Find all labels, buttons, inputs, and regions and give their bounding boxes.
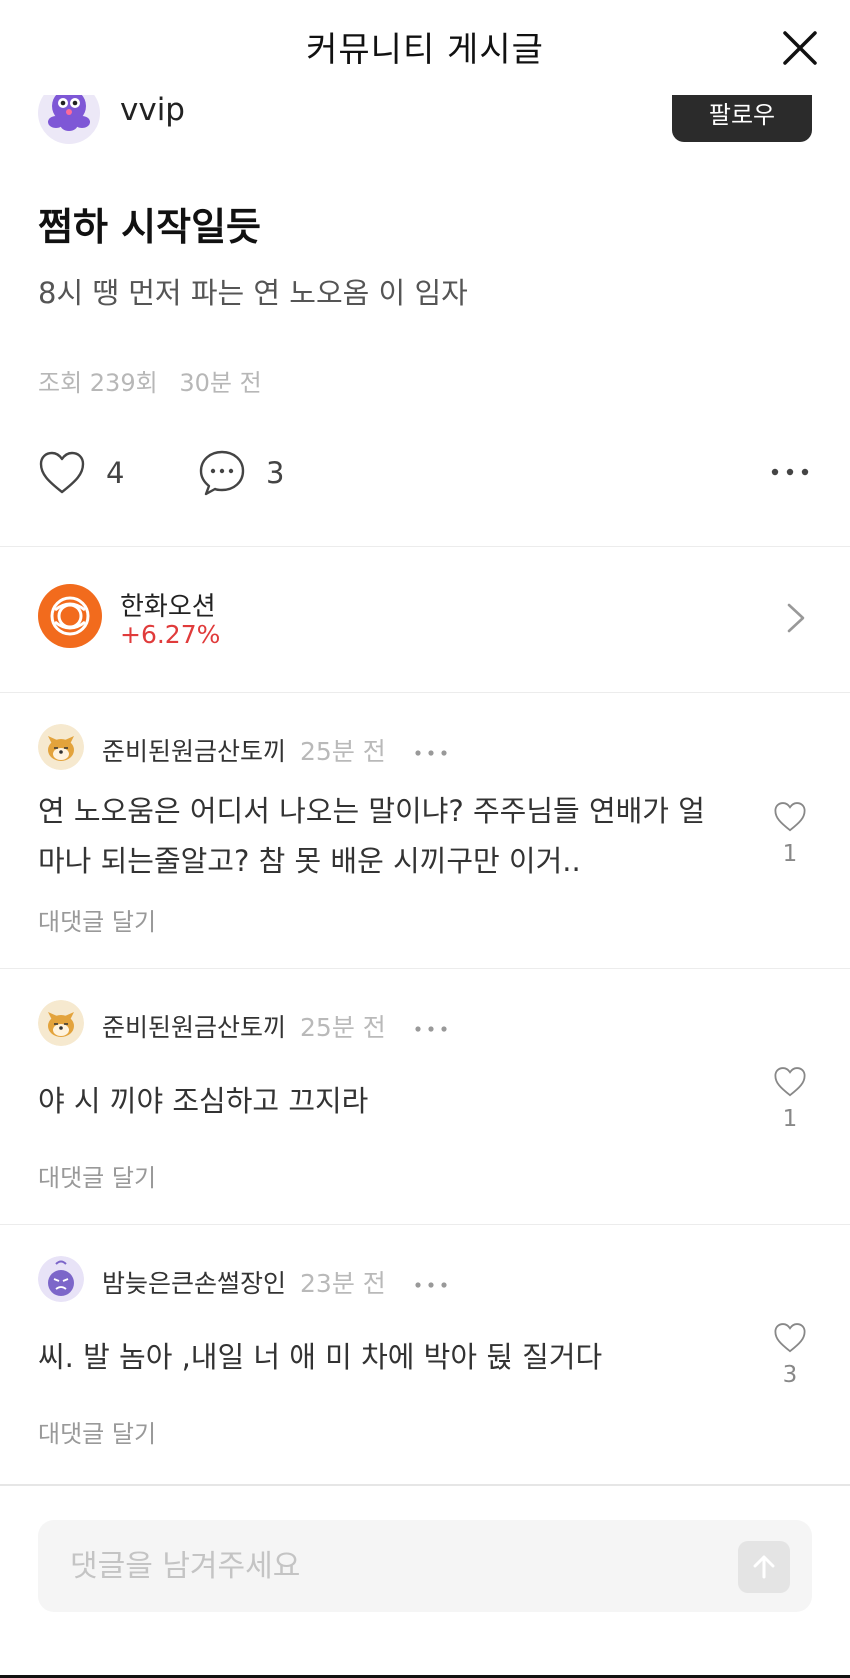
comment-username[interactable]: 밤늦은큰손썰장인: [102, 1269, 286, 1298]
like-button[interactable]: 4: [38, 445, 124, 501]
more-options-icon[interactable]: [414, 1024, 448, 1034]
post-actions: 4 3: [38, 445, 812, 501]
comment-text-line: 연 노오움은 어디서 나오는 말이냐? 주주님들 연배가 얼: [38, 794, 705, 828]
page-title: 커뮤니티 게시글: [306, 30, 544, 70]
post-meta: 조회 239회 30분 전: [38, 363, 276, 398]
speech-bubble-icon: [199, 450, 245, 496]
divider: [0, 968, 850, 969]
header-bar: 커뮤니티 게시글: [0, 0, 850, 95]
comment-button[interactable]: 3: [198, 445, 284, 501]
post-time: 30분 전: [179, 369, 262, 397]
more-options-icon[interactable]: [414, 748, 448, 758]
comment-like-button[interactable]: 1: [770, 1066, 810, 1132]
more-options-icon[interactable]: [770, 457, 810, 487]
comment-item: 준비된원금산토끼 25분 전 야 시 끼야 조심하고 끄지라 1 대댓글 달기: [0, 1000, 850, 1200]
view-count: 조회 239회: [38, 369, 158, 397]
heart-icon: [774, 1067, 806, 1097]
divider: [0, 1224, 850, 1225]
comment-input-box: [38, 1520, 812, 1612]
comment-text-line: 마나 되는줄알고? 참 못 배운 시끼구만 이거..: [38, 844, 581, 878]
comment-text: 연 노오움은 어디서 나오는 말이냐? 주주님들 연배가 얼 마나 되는줄알고?…: [38, 786, 738, 886]
follow-button[interactable]: 팔로우: [672, 92, 812, 142]
close-icon[interactable]: [780, 28, 820, 68]
comment-item: 밤늦은큰손썰장인 23분 전 씨. 발 놈아 ,내일 너 애 미 차에 박아 뒩 …: [0, 1256, 850, 1456]
comment-text: 야 시 끼야 조심하고 끄지라: [38, 1084, 369, 1118]
author-name[interactable]: vvip: [120, 92, 185, 128]
reply-button[interactable]: 대댓글 달기: [38, 1414, 156, 1449]
divider: [0, 546, 850, 547]
stock-name: 한화오션: [120, 592, 216, 622]
more-options-icon[interactable]: [414, 1280, 448, 1290]
stock-change: +6.27%: [120, 620, 221, 649]
post-body: 8시 땡 먼저 파는 연 노오옴 이 임자: [38, 276, 468, 310]
heart-icon: [39, 451, 85, 494]
fox-avatar-icon: [38, 724, 84, 770]
comment-meta: 밤늦은큰손썰장인 23분 전: [102, 1264, 448, 1300]
comment-time: 25분 전: [300, 1013, 386, 1042]
comment-like-button[interactable]: 1: [770, 801, 810, 867]
like-count: 4: [106, 456, 125, 490]
comment-like-count: 1: [782, 841, 798, 867]
avatar[interactable]: [38, 724, 84, 770]
grumpy-face-avatar-icon: [38, 1256, 84, 1302]
comment-username[interactable]: 준비된원금산토끼: [102, 1013, 286, 1042]
arrow-up-icon: [753, 1555, 775, 1579]
send-button[interactable]: [738, 1541, 790, 1593]
reply-button[interactable]: 대댓글 달기: [38, 1158, 156, 1193]
post-title: 쩜하 시작일듯: [38, 205, 261, 249]
divider: [0, 692, 850, 693]
comment-like-button[interactable]: 3: [770, 1322, 810, 1388]
comment-time: 25분 전: [300, 737, 386, 766]
reply-button[interactable]: 대댓글 달기: [38, 902, 156, 937]
avatar[interactable]: [38, 1000, 84, 1046]
heart-icon: [774, 1323, 806, 1353]
stock-link[interactable]: 한화오션 +6.27%: [38, 584, 812, 650]
comment-text: 씨. 발 놈아 ,내일 너 애 미 차에 박아 뒩 질거다: [38, 1340, 603, 1374]
comment-meta: 준비된원금산토끼 25분 전: [102, 1008, 448, 1044]
heart-icon: [774, 802, 806, 832]
fox-avatar-icon: [38, 1000, 84, 1046]
avatar[interactable]: [38, 1256, 84, 1302]
comment-input[interactable]: [70, 1520, 710, 1612]
comment-like-count: 3: [782, 1362, 798, 1388]
comment-username[interactable]: 준비된원금산토끼: [102, 737, 286, 766]
chevron-right-icon: [787, 603, 805, 633]
stock-logo-icon: [38, 584, 102, 648]
comment-item: 준비된원금산토끼 25분 전 연 노오움은 어디서 나오는 말이냐? 주주님들 연…: [0, 724, 850, 964]
comment-meta: 준비된원금산토끼 25분 전: [102, 732, 448, 768]
comment-count: 3: [266, 456, 285, 490]
comment-like-count: 1: [782, 1106, 798, 1132]
comment-time: 23분 전: [300, 1269, 386, 1298]
comment-input-bar: [0, 1484, 850, 1678]
